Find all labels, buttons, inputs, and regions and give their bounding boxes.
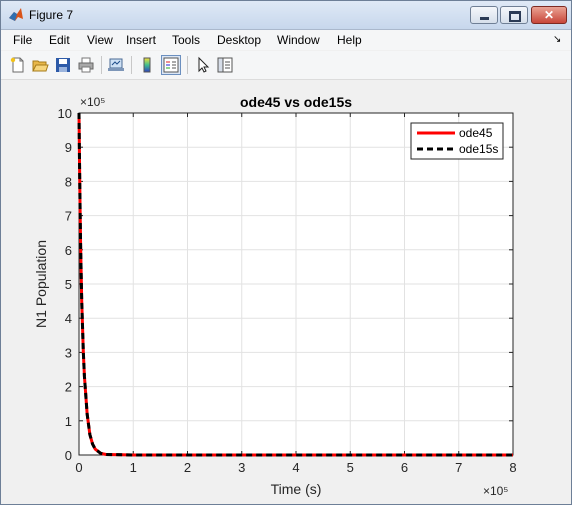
- close-icon: ✕: [543, 8, 555, 22]
- menu-view[interactable]: View: [87, 33, 113, 47]
- menu-edit[interactable]: Edit: [49, 33, 70, 47]
- toolbar-separator: [101, 56, 102, 74]
- y-tick-label: 3: [65, 345, 72, 360]
- x-tick-label: 1: [130, 460, 137, 475]
- legend-label-ode15s: ode15s: [459, 142, 498, 156]
- x-tick-label: 5: [347, 460, 354, 475]
- figure-canvas: 0 1 2 3 4 5 6 7 8 0 1 2 3 4 5 6 7 8 9 10 ×10⁵ ×10⁵ ode45 vs od…: [7, 85, 567, 499]
- legend-label-ode45: ode45: [459, 126, 493, 140]
- pointer-icon[interactable]: [194, 56, 212, 74]
- y-tick-label: 7: [65, 209, 72, 224]
- menu-help[interactable]: Help: [337, 33, 362, 47]
- open-file-icon[interactable]: [31, 56, 49, 74]
- y-axis-label: N1 Population: [33, 240, 49, 328]
- toolbar: [1, 51, 571, 80]
- x-exponent-label: ×10⁵: [483, 484, 508, 498]
- x-tick-label: 0: [75, 460, 82, 475]
- maximize-button[interactable]: [500, 6, 528, 24]
- menu-tools[interactable]: Tools: [172, 33, 200, 47]
- y-tick-label: 10: [58, 106, 72, 121]
- x-tick-label: 4: [292, 460, 299, 475]
- toolbar-separator: [187, 56, 188, 74]
- menu-bar: File Edit View Insert Tools Desktop Wind…: [1, 30, 571, 50]
- x-tick-label: 7: [455, 460, 462, 475]
- y-tick-label: 2: [65, 380, 72, 395]
- x-tick-label: 6: [401, 460, 408, 475]
- figure-window: Figure 7 ✕ File Edit View Insert Tools D…: [0, 0, 572, 505]
- y-exponent-label: ×10⁵: [80, 95, 105, 109]
- y-tick-label: 0: [65, 448, 72, 463]
- legend-icon[interactable]: [161, 55, 181, 75]
- property-editor-icon[interactable]: [216, 56, 234, 74]
- matlab-logo-icon: [9, 8, 23, 21]
- x-tick-label: 3: [238, 460, 245, 475]
- plot-svg: 0 1 2 3 4 5 6 7 8 0 1 2 3 4 5 6 7 8 9 10 ×10⁵ ×10⁵ ode45 vs od…: [33, 94, 517, 498]
- y-tick-label: 4: [65, 311, 72, 326]
- x-axis-label: Time (s): [271, 481, 322, 497]
- y-tick-label: 8: [65, 174, 72, 189]
- save-icon[interactable]: [54, 56, 72, 74]
- menu-insert[interactable]: Insert: [126, 33, 156, 47]
- x-tick-label: 2: [184, 460, 191, 475]
- y-tick-label: 6: [65, 243, 72, 258]
- dock-arrow-icon[interactable]: ↘: [553, 34, 561, 45]
- colorbar-icon[interactable]: [138, 56, 156, 74]
- menu-desktop[interactable]: Desktop: [217, 33, 261, 47]
- y-tick-label: 5: [65, 277, 72, 292]
- title-bar[interactable]: Figure 7 ✕: [1, 1, 571, 30]
- x-tick-label: 8: [509, 460, 516, 475]
- y-tick-label: 9: [65, 140, 72, 155]
- y-tick-label: 1: [65, 414, 72, 429]
- menu-file[interactable]: File: [13, 33, 32, 47]
- menu-window[interactable]: Window: [277, 33, 320, 47]
- chart-title: ode45 vs ode15s: [240, 94, 352, 110]
- minimize-button[interactable]: [470, 6, 498, 24]
- toolbar-separator: [131, 56, 132, 74]
- link-plot-icon[interactable]: [107, 56, 125, 74]
- new-figure-icon[interactable]: [9, 56, 27, 74]
- close-button[interactable]: ✕: [531, 6, 567, 24]
- window-title: Figure 7: [29, 8, 74, 22]
- print-icon[interactable]: [77, 56, 95, 74]
